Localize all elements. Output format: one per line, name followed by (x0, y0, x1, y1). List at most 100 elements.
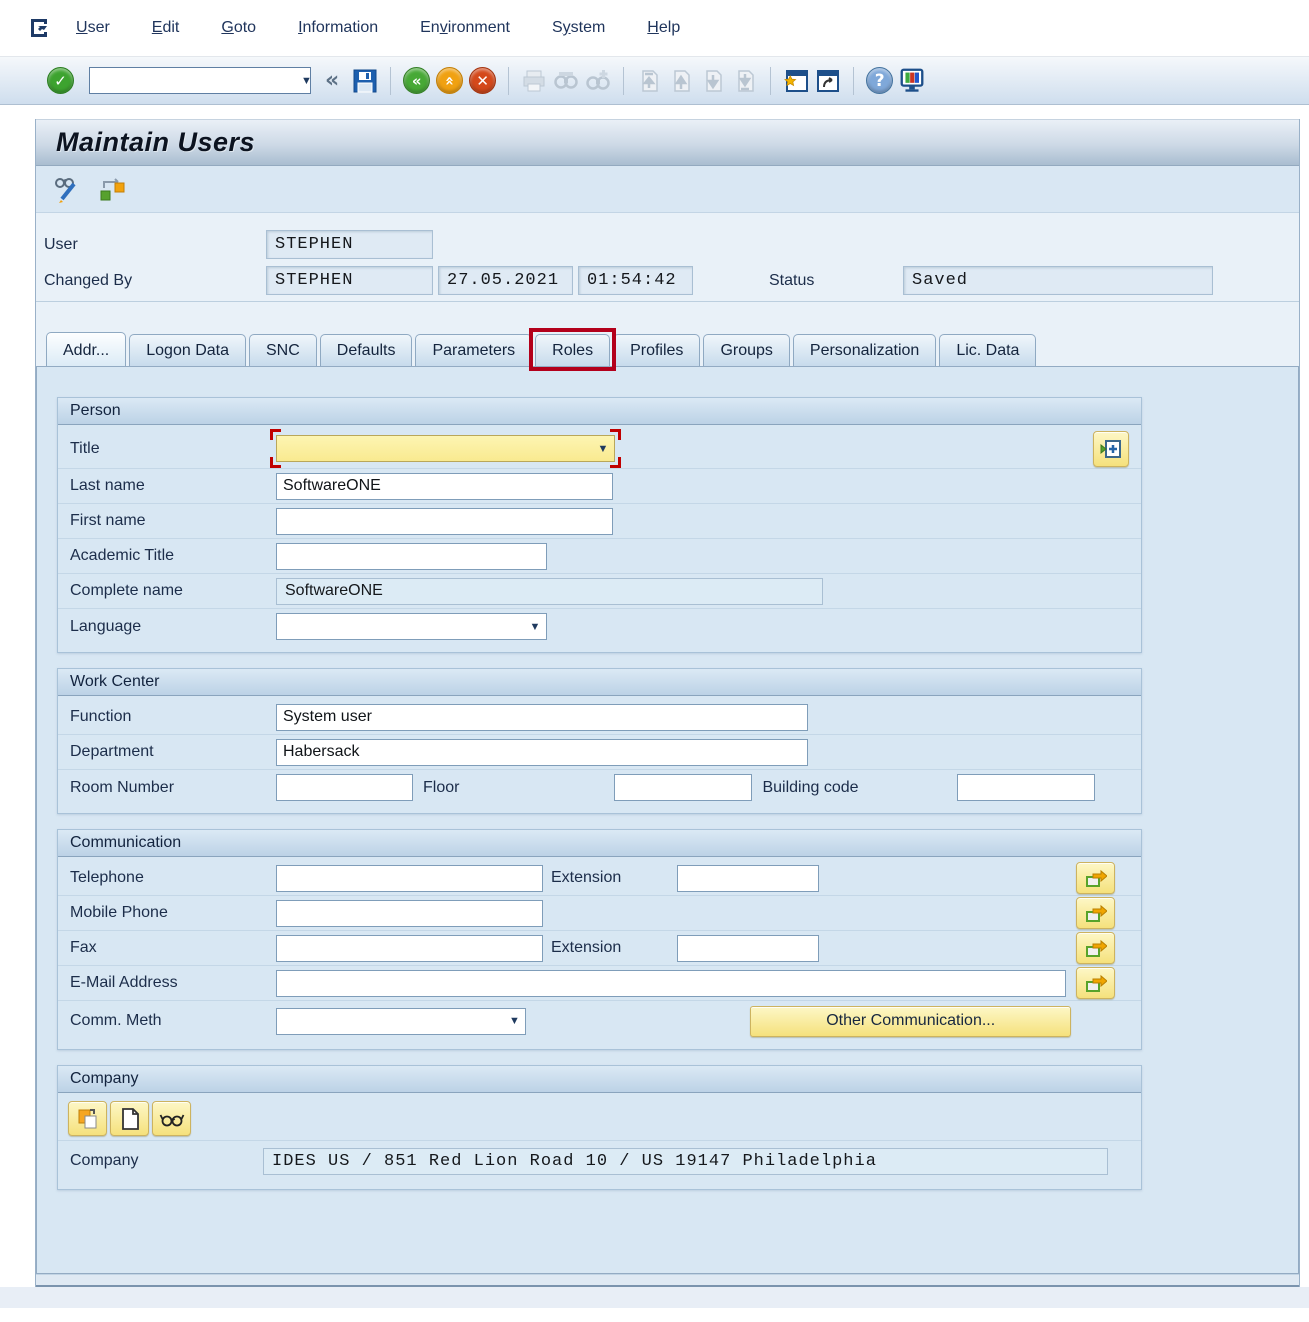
telephone-other-button[interactable] (1076, 862, 1115, 894)
company-label: Company (70, 1152, 263, 1170)
menu-goto[interactable]: Goto (221, 13, 256, 43)
telephone-input[interactable] (276, 865, 543, 892)
other-entry-icon (1085, 868, 1107, 888)
tab-roles[interactable]: Roles (535, 334, 610, 366)
menu-information[interactable]: Information (298, 13, 378, 43)
function-input[interactable] (276, 704, 808, 731)
comm-meth-input[interactable] (277, 1010, 503, 1033)
menu-system[interactable]: System (552, 13, 605, 43)
fax-other-button[interactable] (1076, 932, 1115, 964)
telephone-label: Telephone (70, 869, 276, 887)
first-name-input[interactable] (276, 508, 613, 535)
title-input[interactable] (277, 437, 592, 460)
gui-menu-icon[interactable] (28, 17, 54, 39)
last-name-input[interactable] (276, 473, 613, 500)
create-company-address-button[interactable] (110, 1101, 149, 1136)
other-entry-icon (1085, 973, 1107, 993)
exit-button[interactable]: ✕ (469, 67, 496, 94)
assign-other-company-button[interactable] (68, 1101, 107, 1136)
menu-user[interactable]: User (76, 13, 110, 43)
comm-meth-dropdown-icon[interactable]: ▼ (503, 1015, 525, 1027)
room-number-input[interactable] (276, 774, 413, 801)
language-combobox[interactable]: ▼ (276, 613, 547, 640)
back-button[interactable]: « (403, 67, 430, 94)
other-communication-button[interactable]: Other Communication... (750, 1006, 1071, 1037)
changed-by-label: Changed By (36, 272, 266, 290)
department-label: Department (70, 743, 276, 761)
other-entry-icon (1085, 903, 1107, 923)
tab-address[interactable]: Addr... (46, 332, 126, 366)
last-page-button[interactable] (731, 67, 759, 95)
menu-help[interactable]: Help (647, 13, 680, 43)
tab-lic-data[interactable]: Lic. Data (939, 334, 1036, 366)
page-title: Maintain Users (56, 127, 255, 158)
tab-profiles[interactable]: Profiles (613, 334, 700, 366)
page-up-button[interactable]: « (436, 67, 463, 94)
building-code-label: Building code (762, 779, 858, 797)
collapse-icon[interactable]: « (325, 68, 339, 93)
tab-snc[interactable]: SNC (249, 334, 317, 366)
fax-extension-input[interactable] (677, 935, 819, 962)
last-name-label: Last name (70, 477, 276, 495)
mobile-other-button[interactable] (1076, 897, 1115, 929)
user-value-field[interactable]: STEPHEN (266, 230, 433, 259)
find-button[interactable] (552, 67, 580, 95)
find-next-icon (585, 68, 611, 94)
person-groupbox: Person Title ▼ (57, 397, 1142, 653)
find-next-button[interactable] (584, 67, 612, 95)
telephone-extension-input[interactable] (677, 865, 819, 892)
prev-page-button[interactable] (667, 67, 695, 95)
first-page-button[interactable] (635, 67, 663, 95)
function-label: Function (70, 708, 276, 726)
language-dropdown-icon[interactable]: ▼ (524, 621, 546, 633)
next-page-button[interactable] (699, 67, 727, 95)
new-session-icon (782, 68, 810, 94)
academic-title-input[interactable] (276, 543, 547, 570)
email-input[interactable] (276, 970, 1066, 997)
mobile-phone-label: Mobile Phone (70, 904, 276, 922)
first-name-label: First name (70, 512, 276, 530)
floor-input[interactable] (614, 774, 752, 801)
tab-parameters[interactable]: Parameters (415, 334, 532, 366)
room-number-label: Room Number (70, 779, 276, 797)
application-toolbar (36, 166, 1299, 213)
email-other-button[interactable] (1076, 967, 1115, 999)
help-icon: ? (875, 71, 885, 91)
customize-button[interactable] (898, 67, 926, 95)
tab-groups[interactable]: Groups (703, 334, 789, 366)
menu-edit[interactable]: Edit (152, 13, 180, 43)
new-session-button[interactable] (782, 67, 810, 95)
mobile-phone-input[interactable] (276, 900, 543, 927)
display-change-button[interactable] (52, 174, 82, 204)
standard-toolbar: ✓ ▼ « « « ✕ (0, 57, 1309, 105)
prev-page-icon (668, 68, 694, 94)
enter-button[interactable]: ✓ (47, 67, 74, 94)
address-versions-button[interactable] (1093, 431, 1129, 467)
title-combobox[interactable]: ▼ (276, 435, 615, 462)
status-label: Status (761, 272, 903, 290)
print-button[interactable] (520, 67, 548, 95)
menu-environment[interactable]: Environment (420, 13, 510, 43)
display-company-address-button[interactable] (152, 1101, 191, 1136)
building-code-input[interactable] (957, 774, 1095, 801)
back-icon: « (412, 72, 422, 90)
help-button[interactable]: ? (866, 67, 893, 94)
user-label: User (36, 236, 266, 254)
find-icon (553, 68, 579, 94)
fax-input[interactable] (276, 935, 543, 962)
shortcut-button[interactable] (814, 67, 842, 95)
save-button[interactable] (351, 67, 379, 95)
language-input[interactable] (277, 615, 524, 638)
tab-logon-data[interactable]: Logon Data (129, 334, 246, 366)
tab-personalization[interactable]: Personalization (793, 334, 936, 366)
references-button[interactable] (98, 174, 128, 204)
changed-time-field: 01:54:42 (578, 266, 693, 295)
tab-defaults[interactable]: Defaults (320, 334, 413, 366)
department-input[interactable] (276, 739, 808, 766)
command-input[interactable] (90, 69, 301, 92)
title-dropdown-icon[interactable]: ▼ (592, 443, 614, 455)
comm-meth-combobox[interactable]: ▼ (276, 1008, 526, 1035)
command-dropdown-icon[interactable]: ▼ (301, 75, 312, 87)
communication-group-header: Communication (58, 830, 1141, 857)
save-icon (352, 68, 378, 94)
